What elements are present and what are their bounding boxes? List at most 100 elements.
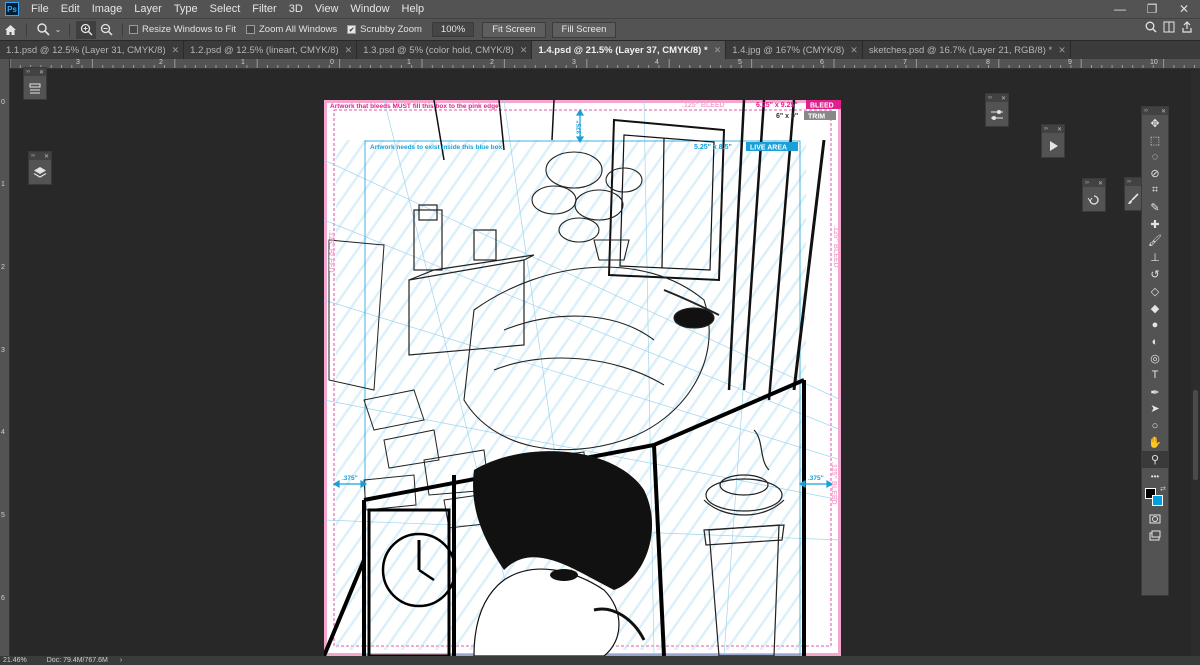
horizontal-ruler[interactable]: 3 2 1 0 1 2 3 4 5 6 7 8 9 10 xyxy=(10,59,1200,69)
left-bleed-label: .125" BLEED xyxy=(327,230,334,273)
panel-grip[interactable]: ›› xyxy=(1125,178,1141,186)
actions-panel-collapsed[interactable]: ›› ✕ xyxy=(1041,124,1065,158)
menu-file[interactable]: File xyxy=(25,0,55,18)
move-icon[interactable]: ✥ xyxy=(1142,115,1168,132)
dodge-icon[interactable]: ◐ xyxy=(1142,333,1168,350)
history-panel-collapsed[interactable]: ›› ✕ xyxy=(1082,178,1106,212)
clone-stamp-icon[interactable]: ⊥ xyxy=(1142,249,1168,266)
lasso-icon[interactable]: ◌ xyxy=(1142,149,1168,166)
quick-mask-icon[interactable] xyxy=(1142,511,1168,528)
tab-1-2-psd[interactable]: 1.2.psd @ 12.5% (lineart, CMYK/8) ✕ xyxy=(184,41,358,59)
more-icon[interactable]: ••• xyxy=(1142,468,1168,485)
tab-1-4-jpg[interactable]: 1.4.jpg @ 167% (CMYK/8) ✕ xyxy=(726,41,863,59)
close-icon[interactable]: ✕ xyxy=(520,45,528,56)
scrollbar-thumb[interactable] xyxy=(1193,390,1198,480)
type-icon[interactable]: T xyxy=(1142,367,1168,384)
panel-grip[interactable]: ›› ✕ xyxy=(1042,125,1064,133)
tab-1-4-psd[interactable]: 1.4.psd @ 21.5% (Layer 37, CMYK/8) * ✕ xyxy=(532,41,727,59)
color-swatches[interactable]: ⇄ xyxy=(1142,485,1168,511)
menu-filter[interactable]: Filter xyxy=(246,0,282,18)
home-icon[interactable] xyxy=(0,21,20,39)
eraser-icon[interactable]: ◇ xyxy=(1142,283,1168,300)
quick-select-icon[interactable]: ⊘ xyxy=(1142,165,1168,182)
background-color-swatch[interactable] xyxy=(1152,494,1163,506)
panel-grip[interactable]: ›› ✕ xyxy=(1083,179,1105,187)
close-icon[interactable]: ✕ xyxy=(345,45,353,56)
status-menu-arrow[interactable]: › xyxy=(114,657,122,664)
brush-panel-collapsed[interactable]: ›› xyxy=(1124,177,1142,211)
zoom-all-windows-checkbox[interactable]: Zoom All Windows xyxy=(245,24,337,35)
screen-mode-icon[interactable] xyxy=(1142,527,1168,544)
brush-icon[interactable]: 🖌 xyxy=(1142,233,1168,250)
zoom-percent-field[interactable]: 100% xyxy=(431,22,475,37)
menu-window[interactable]: Window xyxy=(344,0,395,18)
zoom-level-readout[interactable]: 21.46% xyxy=(0,657,41,664)
restore-button[interactable]: ❐ xyxy=(1136,0,1168,18)
adjustments-panel-collapsed[interactable]: ›› ✕ xyxy=(985,93,1009,127)
close-icon[interactable]: ✕ xyxy=(714,45,722,56)
checkbox-box[interactable] xyxy=(129,25,138,34)
path-select-icon[interactable]: ➤ xyxy=(1142,401,1168,418)
ellipse-icon[interactable]: ○ xyxy=(1142,417,1168,434)
zoom-tool-preset-icon[interactable] xyxy=(33,21,53,39)
zoom-in-icon[interactable] xyxy=(76,20,96,39)
panel-grip[interactable]: ›› ✕ xyxy=(29,152,51,160)
panel-grip[interactable]: ›› ✕ xyxy=(1142,107,1168,115)
panel-grip[interactable]: ›› ✕ xyxy=(986,94,1008,102)
chevron-down-icon[interactable]: ⌄ xyxy=(53,21,63,39)
paint-bucket-icon[interactable]: ◆ xyxy=(1142,300,1168,317)
eyedropper-icon[interactable]: ✎ xyxy=(1142,199,1168,216)
layers-icon[interactable] xyxy=(29,160,51,185)
close-icon[interactable]: ✕ xyxy=(172,45,180,56)
close-icon[interactable]: ✕ xyxy=(850,45,858,56)
tab-sketches-psd[interactable]: sketches.psd @ 16.7% (Layer 21, RGB/8) *… xyxy=(862,41,1071,59)
fit-screen-button[interactable]: Fit Screen xyxy=(482,21,546,38)
healing-brush-icon[interactable]: ✚ xyxy=(1142,216,1168,233)
menu-edit[interactable]: Edit xyxy=(55,0,86,18)
sliders-icon[interactable] xyxy=(986,102,1008,127)
document-canvas[interactable]: Artwork that bleeds MUST fill this box t… xyxy=(324,100,841,656)
layers-panel-collapsed[interactable]: ›› ✕ xyxy=(28,151,52,185)
resize-windows-checkbox[interactable]: Resize Windows to Fit xyxy=(129,24,236,35)
tab-1-3-psd[interactable]: 1.3.psd @ 5% (color hold, CMYK/8) ✕ xyxy=(357,41,533,59)
properties-icon[interactable] xyxy=(24,76,46,100)
menu-3d[interactable]: 3D xyxy=(283,0,309,18)
history-brush-icon[interactable]: ↺ xyxy=(1142,266,1168,283)
checkbox-box-checked[interactable]: ✔ xyxy=(347,25,357,34)
hand-icon[interactable]: ✋ xyxy=(1142,434,1168,451)
pen-icon[interactable]: ✒ xyxy=(1142,384,1168,401)
blur-icon[interactable]: ● xyxy=(1142,317,1168,334)
menu-image[interactable]: Image xyxy=(86,0,129,18)
fill-screen-button[interactable]: Fill Screen xyxy=(551,21,617,38)
menu-view[interactable]: View xyxy=(309,0,345,18)
tab-label: sketches.psd @ 16.7% (Layer 21, RGB/8) * xyxy=(868,44,1053,56)
share-icon[interactable] xyxy=(1178,21,1196,36)
ruler-label: 0 xyxy=(330,59,334,66)
play-icon[interactable] xyxy=(1042,133,1064,158)
close-button[interactable]: ✕ xyxy=(1168,0,1200,18)
zoom-icon[interactable]: ⚲ xyxy=(1142,450,1168,468)
history-icon[interactable] xyxy=(1083,187,1105,212)
scrubby-zoom-checkbox[interactable]: ✔ Scrubby Zoom xyxy=(347,24,422,35)
sponge-icon[interactable]: ◎ xyxy=(1142,350,1168,367)
marquee-icon[interactable]: ⬚ xyxy=(1142,132,1168,149)
workspace-icon[interactable] xyxy=(1160,21,1178,36)
vertical-ruler[interactable]: 0 1 2 3 4 5 6 xyxy=(0,59,10,656)
close-icon[interactable]: ✕ xyxy=(1058,45,1066,56)
crop-icon[interactable]: ⌗ xyxy=(1142,182,1168,199)
zoom-out-icon[interactable] xyxy=(96,21,116,39)
menu-select[interactable]: Select xyxy=(204,0,247,18)
menu-help[interactable]: Help xyxy=(396,0,431,18)
panel-grip[interactable]: ›› ✕ xyxy=(24,68,46,76)
bleed-note-text: Artwork that bleeds MUST fill this box t… xyxy=(330,103,501,110)
brush-settings-icon[interactable] xyxy=(1125,186,1141,211)
swap-colors-icon[interactable]: ⇄ xyxy=(1160,485,1166,493)
menu-layer[interactable]: Layer xyxy=(128,0,168,18)
search-icon[interactable] xyxy=(1142,21,1160,36)
vertical-scrollbar[interactable] xyxy=(1191,70,1200,656)
minimize-button[interactable]: — xyxy=(1104,0,1136,18)
properties-panel-collapsed[interactable]: ›› ✕ xyxy=(23,67,47,100)
tab-1-1-psd[interactable]: 1.1.psd @ 12.5% (Layer 31, CMYK/8) ✕ xyxy=(0,41,185,59)
menu-type[interactable]: Type xyxy=(168,0,204,18)
checkbox-box[interactable] xyxy=(245,25,255,34)
